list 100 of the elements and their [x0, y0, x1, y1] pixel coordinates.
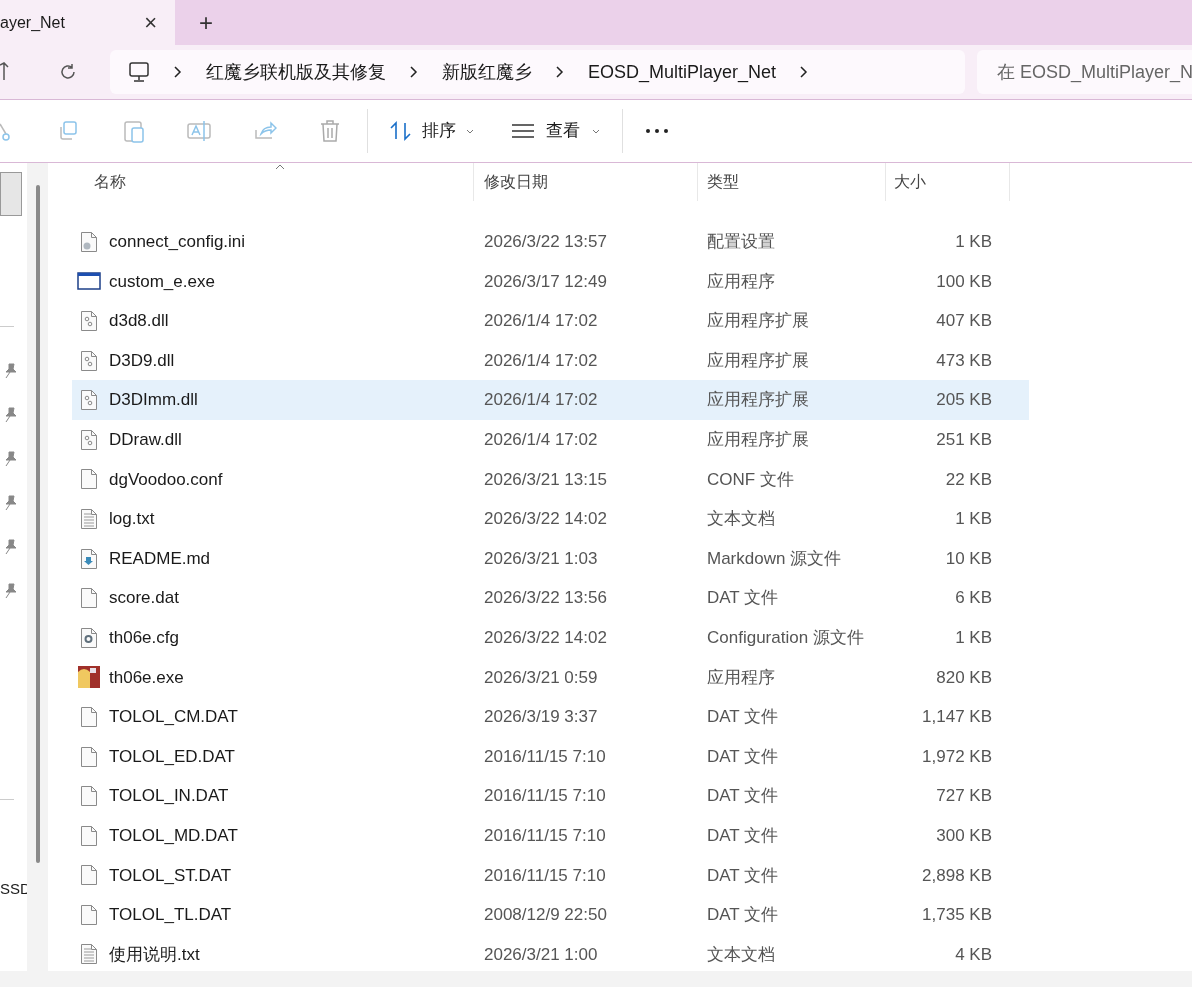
file-row[interactable]: score.dat 2026/3/22 13:56 DAT 文件 6 KB — [72, 578, 1029, 618]
sidebar-selection[interactable] — [0, 172, 22, 216]
file-row[interactable]: TOLOL_MD.DAT 2016/11/15 7:10 DAT 文件 300 KB — [72, 815, 1029, 856]
file-row[interactable]: TOLOL_ST.DAT 2016/11/15 7:10 DAT 文件 2,898 KB — [72, 855, 1029, 896]
column-header[interactable]: 修改日期 — [474, 163, 698, 201]
pin-icon[interactable] — [4, 495, 18, 511]
paste-icon[interactable] — [123, 119, 145, 143]
file-name: connect_config.ini — [109, 231, 246, 254]
file-row[interactable]: D3DImm.dll 2026/1/4 17:02 应用程序扩展 205 KB — [72, 380, 1029, 420]
file-row[interactable]: TOLOL_IN.DAT 2016/11/15 7:10 DAT 文件 727 KB — [72, 776, 1029, 816]
file-name: th06e.exe — [109, 666, 184, 689]
file-name: TOLOL_MD.DAT — [109, 824, 238, 847]
column-header[interactable]: 名称 — [48, 163, 474, 201]
size-cell-text: 205 KB — [935, 389, 992, 412]
date-cell-text: 2016/11/15 7:10 — [483, 864, 607, 887]
type-cell-text: Configuration 源文件 — [706, 627, 865, 649]
date-cell-text: 2026/3/22 14:02 — [483, 627, 608, 649]
rename-icon[interactable] — [187, 119, 213, 143]
pin-icon[interactable] — [4, 407, 18, 423]
file-row[interactable]: th06e.exe 2026/3/21 0:59 应用程序 820 KB — [72, 657, 1029, 698]
pin-icon[interactable] — [4, 583, 18, 599]
file-row[interactable]: connect_config.ini 2026/3/22 13:57 配置设置 1 KB — [72, 222, 1029, 262]
file-row[interactable]: README.md 2026/3/21 1:03 Markdown 源文件 10 KB — [72, 538, 1029, 579]
pin-icon[interactable] — [4, 451, 18, 467]
pin-icon[interactable] — [4, 539, 18, 555]
size-cell-text: 473 KB — [935, 349, 992, 372]
date-cell-text: 2026/3/19 3:37 — [483, 706, 599, 729]
size-cell-text: 6 KB — [954, 587, 992, 610]
file-name: TOLOL_TL.DAT — [109, 904, 232, 927]
file-row[interactable]: TOLOL_TL.DAT 2008/12/9 22:50 DAT 文件 1,735 KB — [72, 895, 1029, 935]
chevron-icon[interactable] — [410, 66, 418, 78]
column-header[interactable]: 类型 — [698, 163, 886, 201]
up-arrow-icon[interactable] — [0, 62, 10, 82]
file-row[interactable]: d3d8.dll 2026/1/4 17:02 应用程序扩展 407 KB — [72, 301, 1029, 341]
type-cell-text: 文本文档 — [706, 943, 776, 966]
size-cell-text: 100 KB — [935, 270, 992, 293]
chevron-icon[interactable] — [800, 66, 809, 78]
file-row[interactable]: 使用说明.txt 2026/3/21 1:00 文本文档 4 KB — [72, 934, 1029, 971]
size-cell-text: 1,147 KB — [921, 706, 992, 729]
markdown-file-icon — [80, 547, 98, 570]
date-cell-text: 2026/3/22 14:02 — [483, 508, 608, 531]
file-icon — [80, 468, 98, 491]
date-cell-text: 2026/1/4 17:02 — [483, 349, 599, 372]
window-icon — [77, 271, 101, 292]
type-cell-text: 应用程序 — [706, 270, 776, 293]
size-cell-text: 251 KB — [935, 429, 992, 451]
refresh-icon[interactable] — [58, 62, 78, 82]
date-cell-text: 2026/3/21 1:00 — [483, 943, 599, 966]
delete-icon[interactable] — [319, 119, 341, 143]
file-row[interactable]: D3D9.dll 2026/1/4 17:02 应用程序扩展 473 KB — [72, 340, 1029, 381]
type-cell-text: 文本文档 — [706, 508, 776, 531]
sort-button[interactable]: 排序 — [390, 118, 474, 144]
dll-file-icon — [80, 349, 98, 372]
close-icon[interactable]: × — [144, 11, 157, 34]
size-cell-text: 1 KB — [954, 231, 992, 254]
date-cell-text: 2026/1/4 17:02 — [483, 429, 599, 451]
text-file-icon — [80, 507, 98, 530]
file-row[interactable]: TOLOL_ED.DAT 2016/11/15 7:10 DAT 文件 1,972 KB — [72, 736, 1029, 777]
file-name: README.md — [109, 547, 211, 570]
type-cell-text: DAT 文件 — [706, 864, 780, 887]
pin-icon[interactable] — [4, 363, 18, 379]
size-cell-text: 1,972 KB — [921, 745, 992, 768]
file-row[interactable]: DDraw.dll 2026/1/4 17:02 应用程序扩展 251 KB — [72, 419, 1029, 460]
date-cell-text: 2026/3/21 0:59 — [483, 666, 599, 689]
file-name: log.txt — [109, 508, 155, 531]
view-button[interactable]: 查看 — [512, 118, 600, 144]
window-tab[interactable]: ayer_Net × — [0, 0, 175, 45]
search-field[interactable]: 在 EOSD_MultiPlayer_N — [977, 50, 1192, 94]
file-row[interactable]: log.txt 2026/3/22 14:02 文本文档 1 KB — [72, 499, 1029, 539]
file-name: d3d8.dll — [109, 310, 169, 333]
file-row[interactable]: custom_e.exe 2026/3/17 12:49 应用程序 100 KB — [72, 261, 1029, 302]
file-icon — [80, 864, 98, 887]
file-icon — [80, 705, 98, 728]
size-cell-text: 407 KB — [935, 310, 992, 333]
address-bar[interactable]: 红魔乡联机版及其修复 新版红魔乡 EOSD_MultiPlayer_Net — [110, 50, 965, 94]
type-cell-text: DAT 文件 — [706, 745, 780, 768]
breadcrumb[interactable]: 新版红魔乡 — [442, 58, 532, 86]
date-cell-text: 2008/12/9 22:50 — [483, 904, 608, 927]
date-cell-text: 2026/1/4 17:02 — [483, 310, 599, 333]
file-row[interactable]: dgVoodoo.conf 2026/3/21 13:15 CONF 文件 22 KB — [72, 459, 1029, 500]
chevron-icon[interactable] — [174, 66, 182, 78]
chevron-icon[interactable] — [556, 66, 564, 78]
file-name: th06e.cfg — [109, 627, 179, 649]
file-name: TOLOL_ED.DAT — [109, 745, 235, 768]
dll-file-icon — [80, 310, 98, 332]
file-row[interactable]: TOLOL_CM.DAT 2026/3/19 3:37 DAT 文件 1,147 KB — [72, 697, 1029, 737]
file-name: D3DImm.dll — [109, 389, 198, 412]
breadcrumb[interactable]: EOSD_MultiPlayer_Net — [588, 58, 777, 86]
file-row[interactable]: th06e.cfg 2026/3/22 14:02 Configuration 源文件 1 KB — [72, 617, 1029, 658]
size-cell-text: 1 KB — [954, 508, 992, 531]
size-cell-text: 1,735 KB — [921, 904, 992, 927]
breadcrumb[interactable]: 红魔乡联机版及其修复 — [206, 58, 386, 86]
size-cell-text: 820 KB — [935, 666, 992, 689]
type-cell-text: 应用程序扩展 — [706, 349, 810, 372]
type-cell-text: DAT 文件 — [706, 785, 780, 808]
new-tab-button[interactable]: + — [195, 0, 217, 45]
file-name: DDraw.dll — [109, 429, 182, 451]
column-header[interactable]: 大小 — [886, 163, 1010, 201]
share-icon[interactable] — [253, 120, 277, 142]
more-icon[interactable] — [645, 128, 669, 134]
